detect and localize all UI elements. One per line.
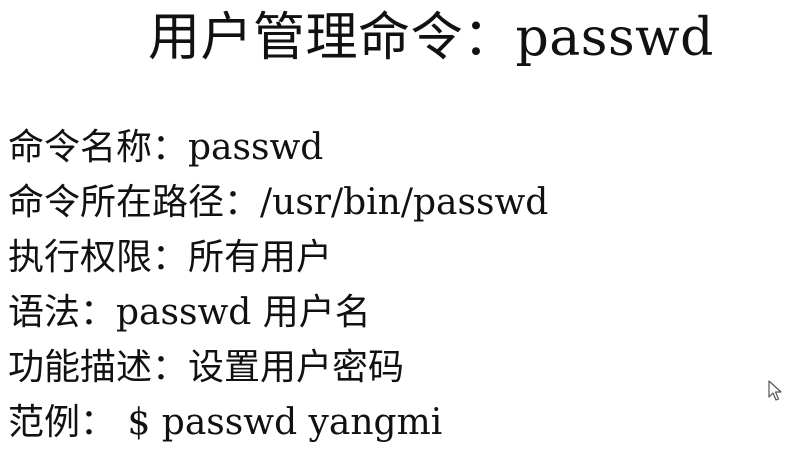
permission-line: 执行权限：所有用户 bbox=[8, 237, 333, 278]
description-line: 功能描述：设置用户密码 bbox=[8, 347, 405, 388]
command-info: 命令名称：passwd 命令所在路径：/usr/bin/passwd 执行权限：… bbox=[8, 120, 548, 450]
example-line: 范例： $ passwd yangmi bbox=[8, 402, 443, 443]
syntax-line: 语法：passwd 用户名 bbox=[8, 292, 371, 333]
command-name-line: 命令名称：passwd bbox=[8, 127, 324, 168]
command-path-line: 命令所在路径：/usr/bin/passwd bbox=[8, 182, 549, 223]
slide: 用户管理命令：passwd 命令名称：passwd 命令所在路径：/usr/bi… bbox=[0, 0, 805, 453]
mouse-pointer-icon bbox=[768, 380, 782, 401]
slide-title: 用户管理命令：passwd bbox=[148, 8, 714, 68]
